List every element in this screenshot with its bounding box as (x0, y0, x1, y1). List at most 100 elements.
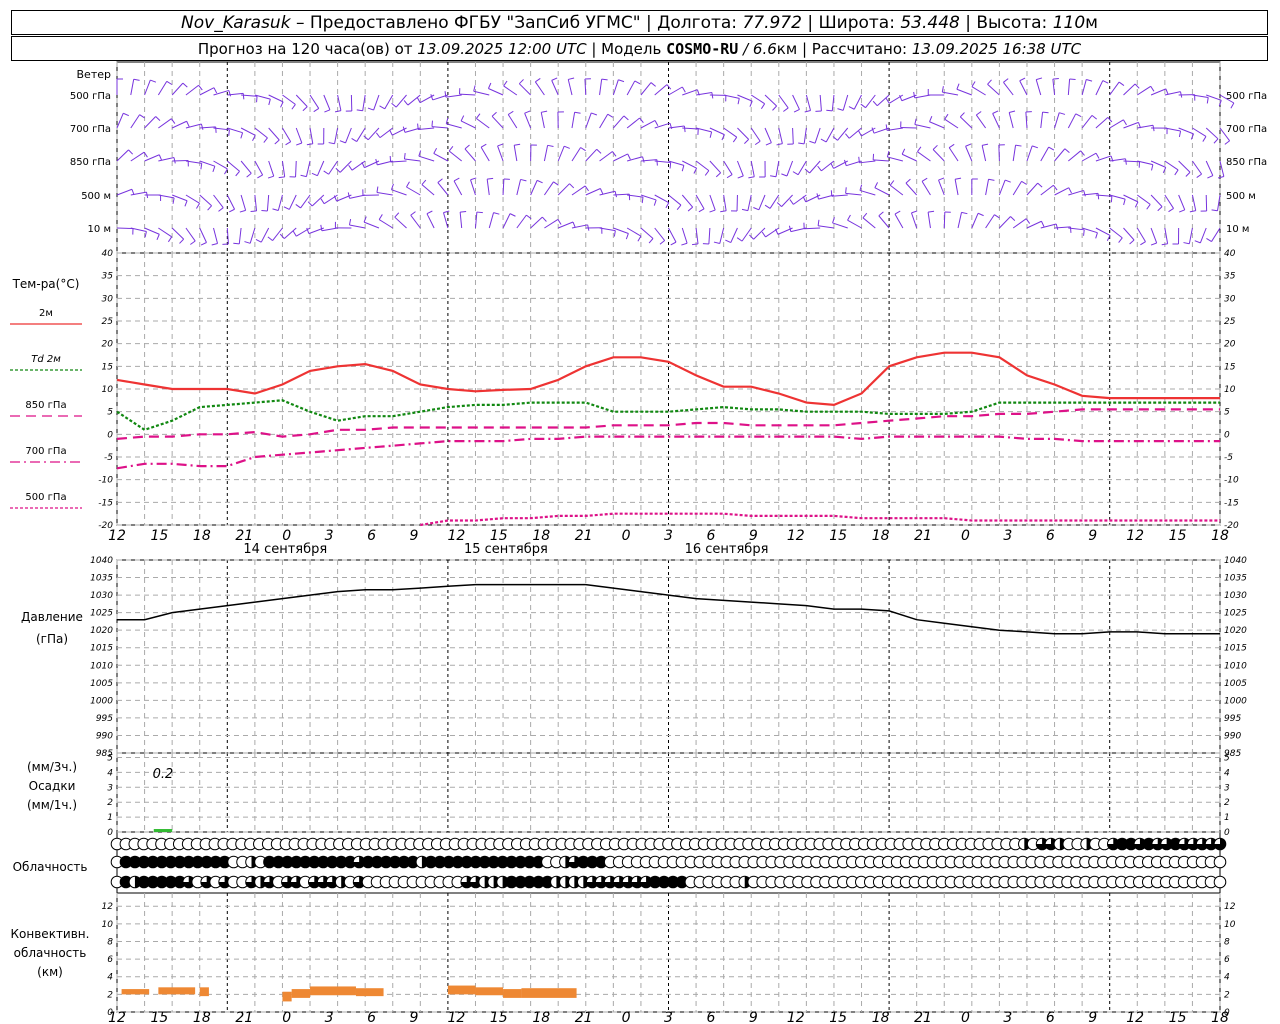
temp-tick-left: -15 (98, 498, 113, 508)
conv-bar (199, 987, 209, 997)
wind-barb (927, 212, 931, 229)
wind-barb (626, 117, 640, 129)
wind-barb-feather (1207, 175, 1214, 179)
wind-barb (956, 88, 973, 96)
wind-barb (814, 127, 821, 144)
wind-barb-feather (375, 132, 381, 138)
wind-barb (254, 160, 264, 176)
wind-barb (277, 194, 283, 211)
wind-barb-feather (503, 80, 508, 87)
wind-barb-feather (820, 138, 827, 143)
hour-label-mid: 6 (367, 528, 376, 544)
wind-barb (709, 194, 716, 211)
wind-barb-feather (564, 145, 570, 149)
temp-tick-right: 35 (1224, 272, 1236, 282)
wind-barb (708, 227, 711, 245)
wind-barb-feather (1183, 242, 1190, 245)
cloud-symbol (1213, 855, 1227, 869)
hour-label-bottom: 6 (367, 1010, 376, 1024)
wind-barb (486, 179, 490, 196)
wind-barb-feather (623, 115, 629, 121)
wind-barb-feather (155, 116, 161, 122)
wind-barb (473, 90, 490, 96)
hour-label-bottom: 0 (622, 1010, 631, 1024)
wind-barb-feather (167, 236, 173, 243)
wind-barb-feather (776, 202, 782, 207)
wind-barb-feather (464, 144, 470, 150)
wind-barb-feather (683, 125, 686, 133)
wind-barb-feather (524, 110, 531, 114)
wind-level-left: 500 гПа (70, 91, 111, 102)
hour-label-mid: 15 (151, 528, 169, 544)
wind-barb (1137, 85, 1151, 96)
wind-barb-feather (170, 118, 176, 124)
wind-barb-feather (932, 144, 938, 150)
hour-label-bottom: 21 (235, 1010, 253, 1024)
wind-barb-feather (158, 154, 163, 161)
wind-barb-feather (1004, 179, 1011, 183)
wind-barb-feather (246, 172, 252, 178)
wind-barb-feather (128, 149, 134, 155)
wind-barb-feather (272, 208, 279, 211)
wind-barb (612, 79, 619, 96)
wind-barb (378, 219, 394, 229)
wind-barb-feather (1064, 148, 1070, 153)
wind-barb-feather (296, 142, 303, 146)
wind-barb-feather (809, 140, 816, 144)
hour-label-bottom: 15 (1169, 1010, 1187, 1024)
wind-barb-feather (426, 210, 433, 215)
wind-barb-feather (487, 82, 492, 89)
wind-barb (199, 227, 207, 243)
wind-barb-feather (754, 140, 761, 146)
wind-barb-feather (1021, 180, 1027, 185)
wind-barb-feather (1202, 136, 1207, 142)
wind-barb (987, 83, 1000, 96)
wind-barb-feather (416, 97, 421, 103)
wind-barb (540, 112, 545, 129)
wind-barb-feather (858, 156, 860, 163)
wind-barb-feather (1059, 112, 1066, 115)
hour-label-bottom: 9 (749, 1010, 758, 1024)
wind-barb-feather (1150, 86, 1155, 92)
wind-barb-feather (410, 211, 416, 216)
wind-barb (599, 113, 609, 129)
wind-barb-feather (761, 231, 766, 238)
wind-barb-feather (725, 239, 732, 244)
wind-barb (1095, 227, 1111, 236)
wind-barb-feather (741, 208, 749, 212)
wind-barb-feather (744, 139, 750, 144)
conv-bar (503, 989, 522, 998)
wind-barb-feather (670, 241, 677, 246)
wind-barb-feather (1053, 184, 1058, 191)
wind-barb (792, 127, 794, 145)
wind-barb-feather (1052, 77, 1059, 80)
wind-barb-feather (874, 182, 879, 188)
wind-barb (185, 227, 196, 242)
wind-barb-feather (1125, 158, 1127, 165)
wind-barb (474, 212, 478, 229)
wind-level-right: 500 гПа (1226, 91, 1267, 102)
wind-barb-feather (280, 101, 284, 108)
wind-barb (282, 127, 292, 142)
wind-barb (985, 179, 990, 196)
wind-barb (695, 160, 710, 172)
wind-barb-feather (1150, 242, 1157, 246)
wind-barb-feather (278, 176, 285, 179)
wind-barb-feather (772, 105, 777, 111)
wind-barb (1025, 112, 1028, 129)
wind-barb-feather (196, 203, 201, 209)
wind-barb-feather (263, 137, 268, 143)
wind-barb-feather (250, 210, 257, 213)
wind-barb-feather (244, 241, 251, 244)
wind-barb (1205, 160, 1214, 176)
hour-label-bottom: 12 (447, 1010, 465, 1024)
wind-barb-feather (1042, 111, 1049, 114)
wind-barb-feather (642, 156, 645, 163)
wind-barb-feather (1179, 209, 1185, 213)
wind-barb (1003, 82, 1014, 96)
wind-barb (321, 227, 338, 232)
temp-tick-left: 20 (102, 340, 114, 350)
wind-barb-feather (817, 165, 822, 172)
wind-barb (1199, 227, 1207, 244)
wind-barb (1008, 112, 1014, 129)
